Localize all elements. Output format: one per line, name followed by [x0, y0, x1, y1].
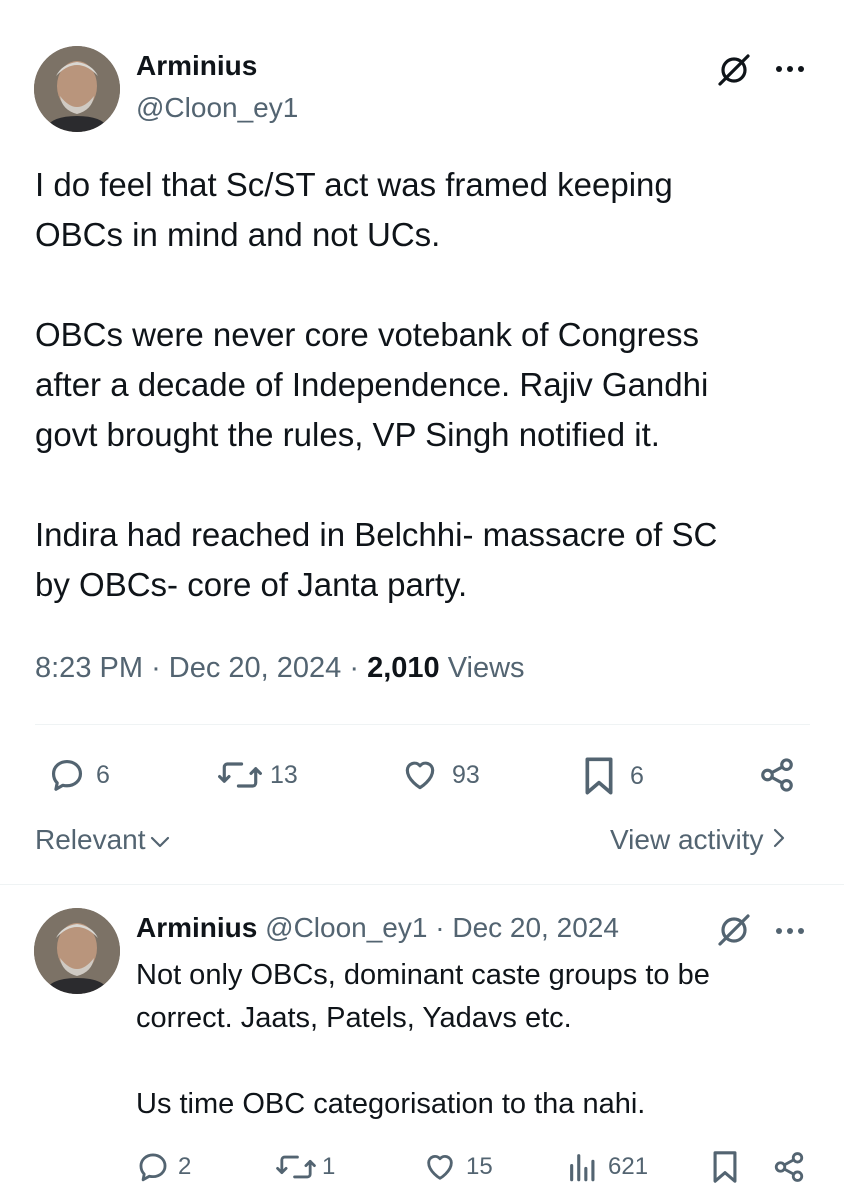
reply-like-count: 15 — [466, 1153, 493, 1180]
post-text: I do feel that Sc/ST act was framed keep… — [35, 160, 717, 610]
reply-repost-button[interactable]: 1 — [276, 1150, 335, 1184]
share-icon — [772, 1150, 806, 1184]
bookmark-icon — [582, 756, 616, 796]
heart-icon — [422, 1150, 458, 1184]
share-button[interactable] — [758, 756, 796, 794]
sort-label: Relevant — [35, 824, 146, 855]
reply-author-handle[interactable]: @Cloon_ey1 — [265, 912, 427, 943]
reply-avatar[interactable] — [34, 908, 120, 994]
author-name[interactable]: Arminius — [136, 50, 257, 82]
meta-separator: · — [435, 912, 453, 943]
slashed-circle-icon[interactable] — [714, 50, 754, 95]
repost-count: 13 — [270, 760, 298, 789]
more-dots-icon[interactable] — [774, 62, 806, 81]
post-line: OBCs in mind and not UCs. — [35, 216, 441, 253]
repost-button[interactable]: 13 — [218, 756, 298, 794]
repost-arrows-icon — [276, 1150, 316, 1184]
reply-header: Arminius @Cloon_ey1 · Dec 20, 2024 — [136, 912, 619, 944]
post-line: by OBCs- core of Janta party. — [35, 566, 468, 603]
reply-reply-button[interactable]: 2 — [136, 1150, 191, 1184]
post-meta: 8:23 PM · Dec 20, 2024 · 2,010 Views — [35, 652, 525, 685]
sort-dropdown[interactable]: Relevant — [35, 824, 170, 856]
view-activity-link[interactable]: View activity — [610, 824, 786, 856]
like-count: 93 — [452, 760, 480, 789]
bookmark-button[interactable]: 6 — [582, 756, 644, 796]
bookmark-count: 6 — [630, 761, 644, 790]
post-line: govt brought the rules, VP Singh notifie… — [35, 416, 660, 453]
reply-views-button[interactable]: 621 — [566, 1150, 648, 1184]
view-activity-label: View activity — [610, 824, 764, 855]
bookmark-icon — [710, 1150, 740, 1184]
reply-text: Not only OBCs, dominant caste groups to … — [136, 954, 710, 1126]
chevron-right-icon — [772, 824, 786, 856]
reply-author-name[interactable]: Arminius — [136, 912, 257, 943]
repost-arrows-icon — [218, 756, 262, 794]
speech-bubble-icon — [48, 756, 86, 794]
author-avatar[interactable] — [34, 46, 120, 132]
divider — [35, 724, 810, 725]
post-line — [35, 460, 717, 510]
post-time[interactable]: 8:23 PM — [35, 652, 143, 684]
meta-separator: · — [349, 652, 368, 684]
chevron-down-icon — [150, 824, 170, 856]
more-dots-icon[interactable] — [774, 924, 806, 943]
reply-views-count: 621 — [608, 1153, 649, 1180]
speech-bubble-icon — [136, 1150, 170, 1184]
reply-line: Us time OBC categorisation to tha nahi. — [136, 1088, 646, 1120]
post-line: OBCs were never core votebank of Congres… — [35, 316, 699, 353]
author-handle[interactable]: @Cloon_ey1 — [136, 92, 298, 124]
like-button[interactable]: 93 — [400, 756, 480, 794]
slashed-circle-icon[interactable] — [714, 910, 754, 955]
reply-reply-count: 2 — [178, 1153, 192, 1180]
reply-line: Not only OBCs, dominant caste groups to … — [136, 959, 710, 991]
heart-icon — [400, 756, 440, 794]
views-label: Views — [447, 652, 525, 684]
reply-button[interactable]: 6 — [48, 756, 110, 794]
post-line: Indira had reached in Belchhi- massacre … — [35, 516, 718, 553]
reply-bookmark-button[interactable] — [710, 1150, 740, 1184]
reply-count: 6 — [96, 760, 110, 789]
views-count: 2,010 — [367, 652, 440, 684]
post-line: I do feel that Sc/ST act was framed keep… — [35, 166, 673, 203]
post-date[interactable]: Dec 20, 2024 — [169, 652, 342, 684]
reply-share-button[interactable] — [772, 1150, 806, 1184]
reply-like-button[interactable]: 15 — [422, 1150, 493, 1184]
reply-line: correct. Jaats, Patels, Yadavs etc. — [136, 1002, 572, 1034]
reply-date[interactable]: Dec 20, 2024 — [452, 912, 619, 943]
share-icon — [758, 756, 796, 794]
post-line: after a decade of Independence. Rajiv Ga… — [35, 366, 709, 403]
reply-line — [136, 1040, 710, 1083]
bar-chart-icon — [566, 1150, 600, 1184]
reply-repost-count: 1 — [322, 1153, 336, 1180]
meta-separator: · — [151, 652, 169, 684]
post-line — [35, 260, 717, 310]
divider — [0, 884, 844, 885]
